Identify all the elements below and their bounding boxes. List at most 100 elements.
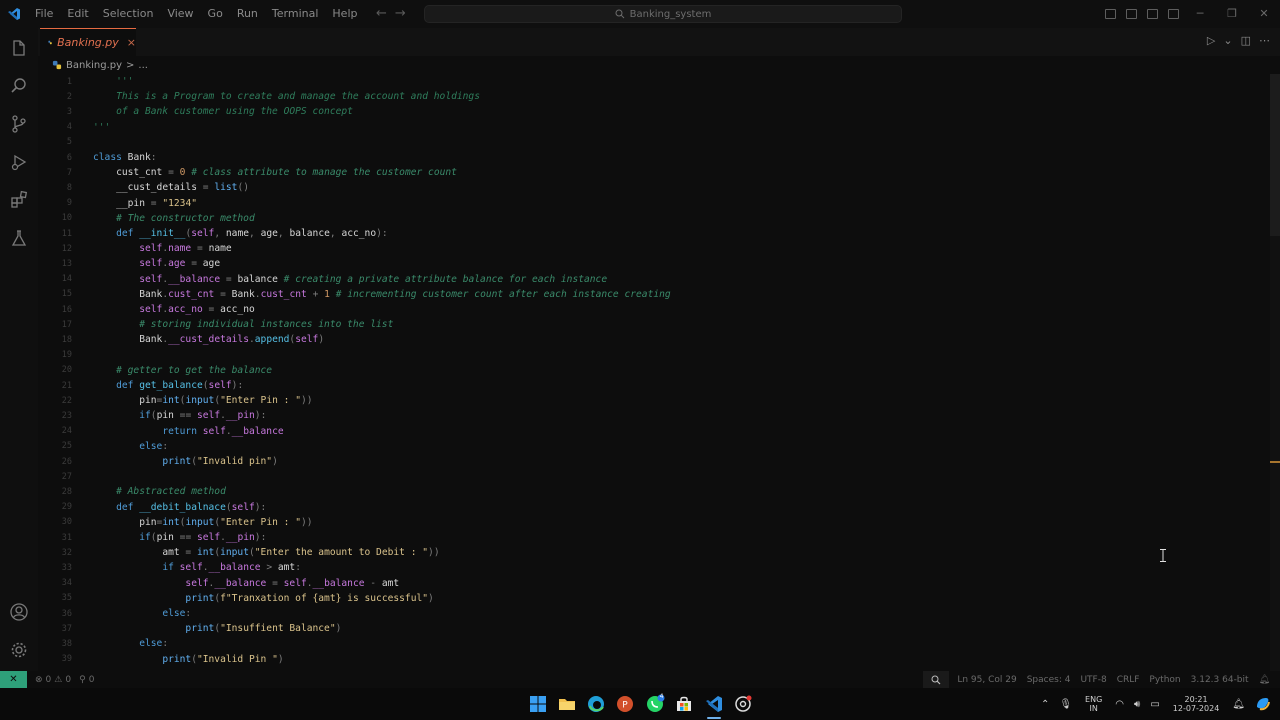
code-line[interactable]: 16 self.acc_no = acc_no — [38, 302, 1270, 317]
code-line[interactable]: 2 This is a Program to create and manage… — [38, 89, 1270, 104]
code-line[interactable]: 4 ''' — [38, 120, 1270, 135]
remote-indicator-icon[interactable]: ✕ — [0, 671, 27, 688]
editor-scrollbar[interactable] — [1270, 74, 1280, 671]
chevron-down-icon[interactable]: ⌄ — [1223, 34, 1232, 47]
copilot-icon[interactable] — [1254, 695, 1272, 713]
edge-browser-icon[interactable] — [586, 694, 606, 714]
code-line[interactable]: 23 if(pin == self.__pin): — [38, 408, 1270, 423]
menu-help[interactable]: Help — [325, 0, 364, 28]
code-line[interactable]: 39 print("Invalid Pin ") — [38, 652, 1270, 667]
forward-arrow-icon[interactable]: → — [395, 6, 406, 21]
code-line[interactable]: 8 __cust_details = list() — [38, 180, 1270, 195]
code-line[interactable]: 34 self.__balance = self.__balance - amt — [38, 576, 1270, 591]
explorer-icon[interactable] — [9, 38, 29, 58]
restore-icon[interactable]: ❐ — [1216, 0, 1248, 28]
code-line[interactable]: 37 print("Insuffient Balance") — [38, 621, 1270, 636]
code-line[interactable]: 28 # Abstracted method — [38, 484, 1270, 499]
extensions-icon[interactable] — [9, 190, 29, 210]
language-mode[interactable]: Python — [1149, 675, 1180, 685]
code-editor[interactable]: 1 ''' 2 This is a Program to create and m… — [38, 74, 1270, 671]
code-line[interactable]: 31 if(pin == self.__pin): — [38, 530, 1270, 545]
chrome-icon[interactable] — [733, 694, 753, 714]
run-python-file-icon[interactable]: ▷ — [1207, 34, 1215, 47]
battery-icon[interactable]: ▭ — [1150, 699, 1159, 710]
code-line[interactable]: 12 self.name = name — [38, 241, 1270, 256]
code-line[interactable]: 22 pin=int(input("Enter Pin : ")) — [38, 393, 1270, 408]
source-control-icon[interactable] — [9, 114, 29, 134]
menu-edit[interactable]: Edit — [60, 0, 95, 28]
code-line[interactable]: 26 print("Invalid pin") — [38, 454, 1270, 469]
code-line[interactable]: 33 if self.__balance > amt: — [38, 560, 1270, 575]
code-line[interactable]: 24 return self.__balance — [38, 424, 1270, 439]
menu-file[interactable]: File — [28, 0, 60, 28]
code-line[interactable]: 27 — [38, 469, 1270, 484]
code-line[interactable]: 21 def get_balance(self): — [38, 378, 1270, 393]
code-line[interactable]: 29 def __debit_balnace(self): — [38, 500, 1270, 515]
accounts-icon[interactable] — [9, 602, 29, 622]
code-line[interactable]: 11 def __init__(self, name, age, balance… — [38, 226, 1270, 241]
file-explorer-icon[interactable] — [557, 694, 577, 714]
menu-view[interactable]: View — [160, 0, 200, 28]
code-line[interactable]: 1 ''' — [38, 74, 1270, 89]
manage-gear-icon[interactable] — [9, 640, 29, 660]
menu-run[interactable]: Run — [230, 0, 265, 28]
testing-flask-icon[interactable] — [9, 228, 29, 248]
code-line[interactable]: 32 amt = int(input("Enter the amount to … — [38, 545, 1270, 560]
code-line[interactable]: 14 self.__balance = balance # creating a… — [38, 272, 1270, 287]
language-indicator[interactable]: ENG IN — [1085, 695, 1102, 713]
customize-layout-icon[interactable] — [1168, 9, 1179, 19]
code-line[interactable]: 13 self.age = age — [38, 256, 1270, 271]
code-line[interactable]: 7 cust_cnt = 0 # class attribute to mana… — [38, 165, 1270, 180]
code-line[interactable]: 6 class Bank: — [38, 150, 1270, 165]
powerpoint-icon[interactable]: P — [615, 694, 635, 714]
notifications-bell-icon[interactable]: 🔔︎ — [1259, 675, 1270, 685]
breadcrumb-symbols[interactable]: ... — [138, 60, 148, 71]
menu-go[interactable]: Go — [201, 0, 230, 28]
scrollbar-thumb[interactable] — [1270, 74, 1280, 236]
toggle-secondary-sidebar-icon[interactable] — [1147, 9, 1158, 19]
code-line[interactable]: 17 # storing individual instances into t… — [38, 317, 1270, 332]
minimize-icon[interactable]: ─ — [1184, 0, 1216, 28]
zoom-icon[interactable] — [923, 671, 950, 688]
code-line[interactable]: 10 # The constructor method — [38, 211, 1270, 226]
code-line[interactable]: 35 print(f"Tranxation of {amt} is succes… — [38, 591, 1270, 606]
indentation[interactable]: Spaces: 4 — [1027, 675, 1071, 685]
code-line[interactable]: 18 Bank.__cust_details.append(self) — [38, 332, 1270, 347]
volume-icon[interactable]: 🔊︎ — [1134, 699, 1140, 710]
toggle-sidebar-icon[interactable] — [1105, 9, 1116, 19]
code-line[interactable]: 9 __pin = "1234" — [38, 196, 1270, 211]
breadcrumb-file[interactable]: Banking.py — [66, 60, 122, 71]
code-line[interactable]: 3 of a Bank customer using the OOPS conc… — [38, 104, 1270, 119]
code-line[interactable]: 20 # getter to get the balance — [38, 363, 1270, 378]
notifications-icon[interactable]: 🔔︎ — [1232, 699, 1245, 710]
code-line[interactable]: 25 else: — [38, 439, 1270, 454]
code-line[interactable]: 38 else: — [38, 636, 1270, 651]
more-actions-icon[interactable]: ⋯ — [1259, 34, 1270, 47]
code-line[interactable]: 30 pin=int(input("Enter Pin : ")) — [38, 515, 1270, 530]
code-line[interactable]: 5 — [38, 135, 1270, 150]
tab-banking-py[interactable]: Banking.py × — [40, 28, 136, 56]
command-center[interactable]: Banking_system — [424, 5, 902, 23]
close-tab-icon[interactable]: × — [127, 36, 136, 49]
back-arrow-icon[interactable]: ← — [376, 6, 387, 21]
close-icon[interactable]: ✕ — [1248, 0, 1280, 28]
cursor-position[interactable]: Ln 95, Col 29 — [957, 675, 1016, 685]
line-ending[interactable]: CRLF — [1117, 675, 1140, 685]
split-editor-icon[interactable]: ◫ — [1241, 34, 1251, 47]
code-line[interactable]: 15 Bank.cust_cnt = Bank.cust_cnt + 1 # i… — [38, 287, 1270, 302]
clock[interactable]: 20:21 12-07-2024 — [1173, 695, 1220, 713]
microphone-icon[interactable]: 🎙︎ — [1059, 699, 1072, 710]
toggle-panel-icon[interactable] — [1126, 9, 1137, 19]
show-hidden-icons-chevron-up-icon[interactable]: ⌃ — [1041, 699, 1049, 710]
menu-selection[interactable]: Selection — [96, 0, 161, 28]
menu-terminal[interactable]: Terminal — [265, 0, 326, 28]
vscode-logo-icon[interactable] — [0, 0, 28, 28]
ports-indicator[interactable]: ⚲ 0 — [79, 675, 94, 685]
wifi-icon[interactable]: ◠ — [1115, 699, 1124, 710]
search-icon[interactable] — [9, 76, 29, 96]
vscode-taskbar-icon[interactable] — [704, 694, 724, 714]
run-debug-icon[interactable] — [9, 152, 29, 172]
encoding[interactable]: UTF-8 — [1080, 675, 1106, 685]
problems-indicator[interactable]: ⊗ 0 ⚠ 0 — [35, 675, 71, 685]
python-interpreter[interactable]: 3.12.3 64-bit — [1191, 675, 1249, 685]
